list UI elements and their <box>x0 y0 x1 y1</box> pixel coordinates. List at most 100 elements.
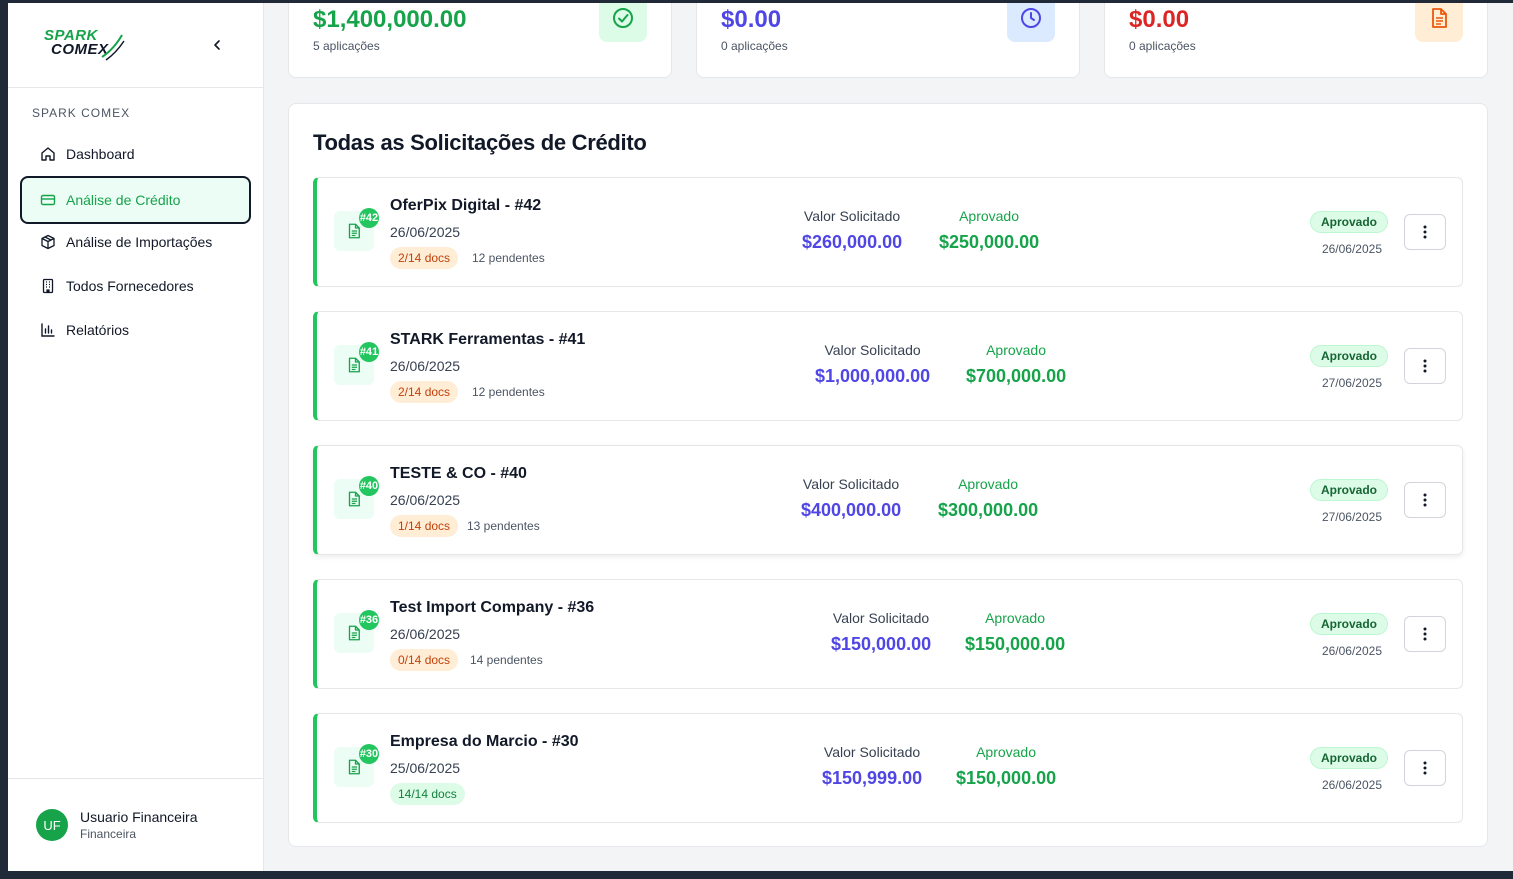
stat-card-approved: $1,400,000.00 5 aplicações <box>288 3 672 78</box>
logo-swoosh-icon <box>101 34 125 61</box>
request-number-badge: #30 <box>359 744 379 764</box>
more-vertical-icon <box>1423 627 1427 641</box>
sidebar-item-credit-analysis[interactable]: Análise de Crédito <box>20 176 251 224</box>
stat-value: $1,400,000.00 <box>313 6 467 33</box>
clock-icon <box>1007 3 1055 42</box>
approved-label: Aprovado <box>976 744 1037 760</box>
user-profile[interactable]: UF Usuario Financeira Financeira <box>8 778 263 871</box>
collapse-sidebar-button[interactable] <box>207 35 227 55</box>
avatar: UF <box>36 809 68 841</box>
request-title: OferPix Digital - #42 <box>390 197 542 214</box>
docs-count-badge: 1/14 docs <box>390 515 459 537</box>
request-date: 26/06/2025 <box>390 492 461 508</box>
pending-docs-text: 13 pendentes <box>467 519 540 533</box>
request-number-badge: #41 <box>359 342 379 362</box>
status-badge: Aprovado <box>1309 345 1388 367</box>
more-options-button[interactable] <box>1404 750 1446 786</box>
approved-value: Aprovado $700,000.00 <box>966 342 1066 387</box>
approved-value: Aprovado $150,000.00 <box>965 610 1065 655</box>
user-info: Usuario Financeira Financeira <box>80 809 198 841</box>
file-text-icon <box>1415 3 1463 42</box>
approved-amount: $250,000.00 <box>939 232 1040 252</box>
sidebar-item-label: Dashboard <box>66 146 135 162</box>
docs-count-badge: 0/14 docs <box>390 649 459 671</box>
stat-card-rejected: $0.00 0 aplicações <box>1104 3 1488 78</box>
sidebar-item-label: Análise de Crédito <box>66 192 181 208</box>
request-title: STARK Ferramentas - #41 <box>390 331 586 348</box>
approved-value: Aprovado $150,000.00 <box>956 744 1056 789</box>
home-icon <box>40 146 56 162</box>
credit-card-icon <box>40 192 56 208</box>
stat-value: $0.00 <box>721 6 782 33</box>
more-options-button[interactable] <box>1404 616 1446 652</box>
requested-value: Valor Solicitado $150,999.00 <box>822 744 922 789</box>
requested-label: Valor Solicitado <box>823 744 921 760</box>
requested-value: Valor Solicitado $400,000.00 <box>801 476 901 521</box>
bar-chart-icon <box>40 322 56 338</box>
request-date: 25/06/2025 <box>390 760 461 776</box>
status-badge: Aprovado <box>1309 479 1388 501</box>
sidebar-item-import-analysis[interactable]: Análise de Importações <box>20 220 251 264</box>
status-date: 26/06/2025 <box>1321 644 1382 658</box>
pending-docs-text: 12 pendentes <box>472 251 545 265</box>
status-date: 26/06/2025 <box>1321 242 1382 256</box>
approved-amount: $150,000.00 <box>965 634 1066 654</box>
sidebar-item-reports[interactable]: Relatórios <box>20 308 251 352</box>
logo-area: SPARK COMEX <box>8 3 263 88</box>
package-icon <box>40 234 56 250</box>
status-badge: Aprovado <box>1309 613 1388 635</box>
credit-request-card[interactable]: #30 Empresa do Marcio - #30 25/06/2025 1… <box>313 713 1463 823</box>
requested-value: Valor Solicitado $260,000.00 <box>802 208 902 253</box>
more-vertical-icon <box>1423 761 1427 775</box>
more-options-button[interactable] <box>1404 214 1446 250</box>
requested-amount: $260,000.00 <box>802 232 903 252</box>
docs-count-badge: 2/14 docs <box>390 247 459 269</box>
approved-amount: $700,000.00 <box>966 366 1067 386</box>
approved-label: Aprovado <box>985 610 1046 626</box>
stat-subtitle: 5 aplicações <box>313 39 380 53</box>
approved-label: Aprovado <box>959 208 1020 224</box>
chevron-left-icon <box>214 40 220 50</box>
requested-value: Valor Solicitado $150,000.00 <box>831 610 931 655</box>
status-badge: Aprovado <box>1309 747 1388 769</box>
request-title: Test Import Company - #36 <box>390 599 595 616</box>
more-options-button[interactable] <box>1404 482 1446 518</box>
approved-value: Aprovado $300,000.00 <box>938 476 1038 521</box>
more-vertical-icon <box>1423 225 1427 239</box>
credit-request-card[interactable]: #42 OferPix Digital - #42 26/06/2025 2/1… <box>313 177 1463 287</box>
status-badge: Aprovado <box>1309 211 1388 233</box>
requested-label: Valor Solicitado <box>802 476 900 492</box>
more-options-button[interactable] <box>1404 348 1446 384</box>
user-name: Usuario Financeira <box>80 809 198 825</box>
requested-amount: $150,000.00 <box>831 634 932 654</box>
approved-amount: $300,000.00 <box>938 500 1039 520</box>
building-icon <box>40 278 56 294</box>
status-date: 26/06/2025 <box>1321 778 1382 792</box>
credit-request-card[interactable]: #41 STARK Ferramentas - #41 26/06/2025 2… <box>313 311 1463 421</box>
status-date: 27/06/2025 <box>1321 510 1382 524</box>
pending-docs-text: 12 pendentes <box>472 385 545 399</box>
approved-label: Aprovado <box>958 476 1019 492</box>
request-number-badge: #42 <box>359 208 379 228</box>
app-window: SPARK COMEX SPARK COMEX Dashboard Anális… <box>8 3 1513 871</box>
sidebar-item-dashboard[interactable]: Dashboard <box>20 132 251 176</box>
approved-value: Aprovado $250,000.00 <box>939 208 1039 253</box>
user-role: Financeira <box>80 827 137 841</box>
sidebar-item-label: Relatórios <box>66 322 130 338</box>
requested-amount: $150,999.00 <box>822 768 923 788</box>
approved-label: Aprovado <box>986 342 1047 358</box>
sidebar-item-suppliers[interactable]: Todos Fornecedores <box>20 264 251 308</box>
stat-value: $0.00 <box>1129 6 1190 33</box>
credit-request-card[interactable]: #36 Test Import Company - #36 26/06/2025… <box>313 579 1463 689</box>
main-content: $1,400,000.00 5 aplicações $0.00 0 aplic… <box>264 3 1513 871</box>
requested-label: Valor Solicitado <box>803 208 901 224</box>
credit-request-card[interactable]: #40 TESTE & CO - #40 26/06/2025 1/14 doc… <box>313 445 1463 555</box>
stat-subtitle: 0 aplicações <box>721 39 788 53</box>
stat-card-pending: $0.00 0 aplicações <box>696 3 1080 78</box>
requested-label: Valor Solicitado <box>832 610 930 626</box>
sidebar-section-label: SPARK COMEX <box>32 106 131 120</box>
brand-logo[interactable]: SPARK COMEX <box>44 27 126 63</box>
more-vertical-icon <box>1423 359 1427 373</box>
stat-subtitle: 0 aplicações <box>1129 39 1196 53</box>
approved-amount: $150,000.00 <box>956 768 1057 788</box>
